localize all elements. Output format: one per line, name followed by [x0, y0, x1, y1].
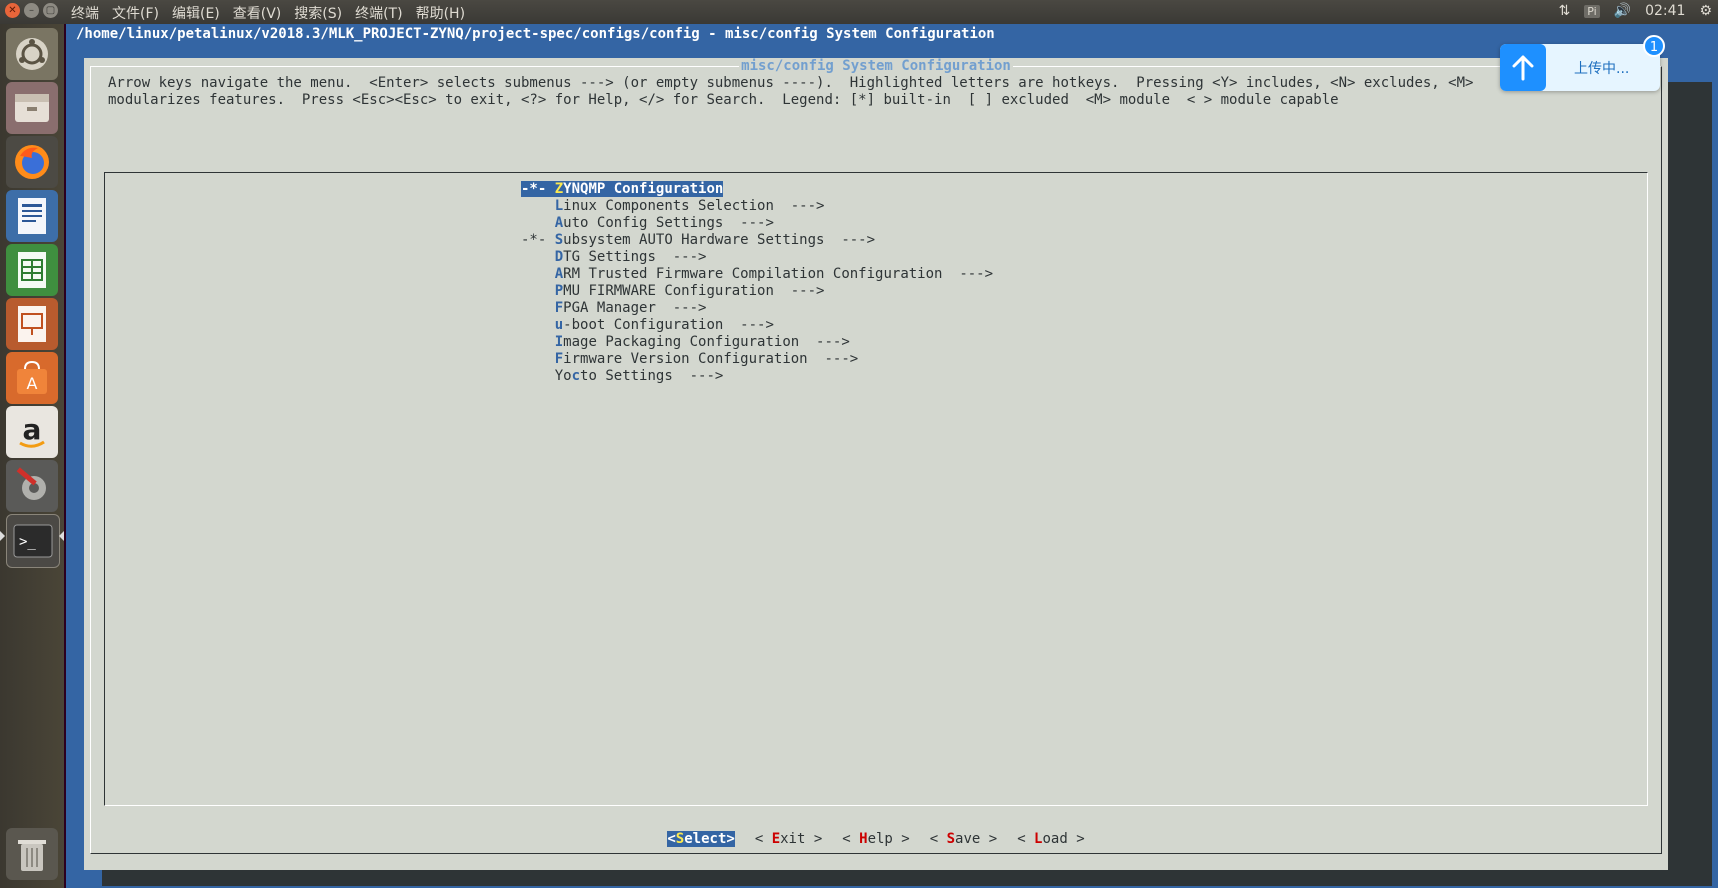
menu-list: -*- ZYNQMP Configuration Linux Component…: [521, 181, 993, 385]
keyboard-indicator[interactable]: Pi: [1584, 4, 1600, 18]
load-button[interactable]: < Load >: [1017, 831, 1084, 847]
amazon-icon[interactable]: a: [6, 406, 58, 458]
menu-item-subsystem-auto-hardware-settings[interactable]: -*- Subsystem AUTO Hardware Settings ---…: [521, 232, 993, 249]
menu-file[interactable]: 文件(F): [112, 3, 159, 23]
impress-icon[interactable]: [6, 298, 58, 350]
menu-item-auto-config-settings[interactable]: Auto Config Settings --->: [521, 215, 993, 232]
files-icon[interactable]: [6, 82, 58, 134]
menu-item-pmu-firmware-configuration[interactable]: PMU FIRMWARE Configuration --->: [521, 283, 993, 300]
menu-search[interactable]: 搜索(S): [294, 3, 342, 23]
menu-terminal[interactable]: 终端(T): [355, 3, 402, 23]
active-indicator: [0, 531, 5, 541]
volume-icon[interactable]: 🔊: [1614, 3, 1631, 19]
button-bar: <Select> < Exit > < Help > < Save > < Load >: [84, 830, 1668, 848]
terminal-icon[interactable]: >_: [6, 514, 60, 568]
help-text-line-2: modularizes features. Press <Esc><Esc> t…: [108, 92, 1339, 108]
menu-item-zynqmp-configuration[interactable]: -*- ZYNQMP Configuration: [521, 181, 993, 198]
terminal-title-line: /home/linux/petalinux/v2018.3/MLK_PROJEC…: [76, 26, 995, 42]
terminal-window[interactable]: /home/linux/petalinux/v2018.3/MLK_PROJEC…: [66, 24, 1718, 888]
exit-button[interactable]: < Exit >: [755, 831, 822, 847]
upload-progress-widget[interactable]: 上传中... 1: [1500, 35, 1665, 91]
menu-item-fpga-manager[interactable]: FPGA Manager --->: [521, 300, 993, 317]
clock[interactable]: 02:41: [1645, 3, 1685, 19]
focus-indicator: [59, 531, 64, 541]
menu-bar: 终端 文件(F) 编辑(E) 查看(V) 搜索(S) 终端(T) 帮助(H): [71, 3, 465, 23]
menu-item-dtg-settings[interactable]: DTG Settings --->: [521, 249, 993, 266]
menuconfig-dialog: misc/config System Configuration Arrow k…: [84, 58, 1668, 870]
menu-edit[interactable]: 编辑(E): [172, 3, 220, 23]
network-icon[interactable]: ⇅: [1558, 3, 1570, 19]
close-window-icon[interactable]: ✕: [5, 3, 20, 18]
trash-icon[interactable]: [6, 828, 58, 880]
svg-text:A: A: [27, 374, 38, 393]
upload-count-badge: 1: [1643, 35, 1665, 57]
software-center-icon[interactable]: A: [6, 352, 58, 404]
dash-icon[interactable]: [6, 28, 58, 80]
calc-icon[interactable]: [6, 244, 58, 296]
menu-help[interactable]: 帮助(H): [416, 3, 465, 23]
menu-item-image-packaging-configuration[interactable]: Image Packaging Configuration --->: [521, 334, 993, 351]
system-tray: ⇅ Pi 🔊 02:41 ⚙: [1558, 3, 1712, 19]
launcher: A a >_: [0, 24, 64, 888]
menu-item-u-boot-configuration[interactable]: u-boot Configuration --->: [521, 317, 993, 334]
menu-item-linux-components-selection[interactable]: Linux Components Selection --->: [521, 198, 993, 215]
svg-text:a: a: [23, 413, 42, 446]
menu-box: -*- ZYNQMP Configuration Linux Component…: [104, 172, 1648, 806]
save-button[interactable]: < Save >: [930, 831, 997, 847]
system-settings-icon[interactable]: [6, 460, 58, 512]
top-panel: ✕ – ▢ 终端 文件(F) 编辑(E) 查看(V) 搜索(S) 终端(T) 帮…: [0, 0, 1718, 24]
menu-item-yocto-settings[interactable]: Yocto Settings --->: [521, 368, 993, 385]
menu-app[interactable]: 终端: [71, 3, 99, 23]
help-text-line-1: Arrow keys navigate the menu. <Enter> se…: [108, 75, 1474, 91]
writer-icon[interactable]: [6, 190, 58, 242]
upload-status-label: 上传中...: [1574, 61, 1630, 77]
svg-text:>_: >_: [19, 534, 36, 550]
dialog-title: misc/config System Configuration: [739, 58, 1013, 74]
select-button[interactable]: <Select>: [667, 831, 735, 847]
minimize-window-icon[interactable]: –: [24, 3, 39, 18]
menu-item-firmware-version-configuration[interactable]: Firmware Version Configuration --->: [521, 351, 993, 368]
upload-arrow-icon: [1500, 44, 1546, 91]
gear-icon[interactable]: ⚙: [1699, 3, 1712, 19]
menu-view[interactable]: 查看(V): [233, 3, 282, 23]
menu-item-arm-trusted-firmware[interactable]: ARM Trusted Firmware Compilation Configu…: [521, 266, 993, 283]
terminal-scrollbar[interactable]: [1712, 24, 1718, 888]
help-button[interactable]: < Help >: [842, 831, 909, 847]
maximize-window-icon[interactable]: ▢: [43, 3, 58, 18]
firefox-icon[interactable]: [6, 136, 58, 188]
